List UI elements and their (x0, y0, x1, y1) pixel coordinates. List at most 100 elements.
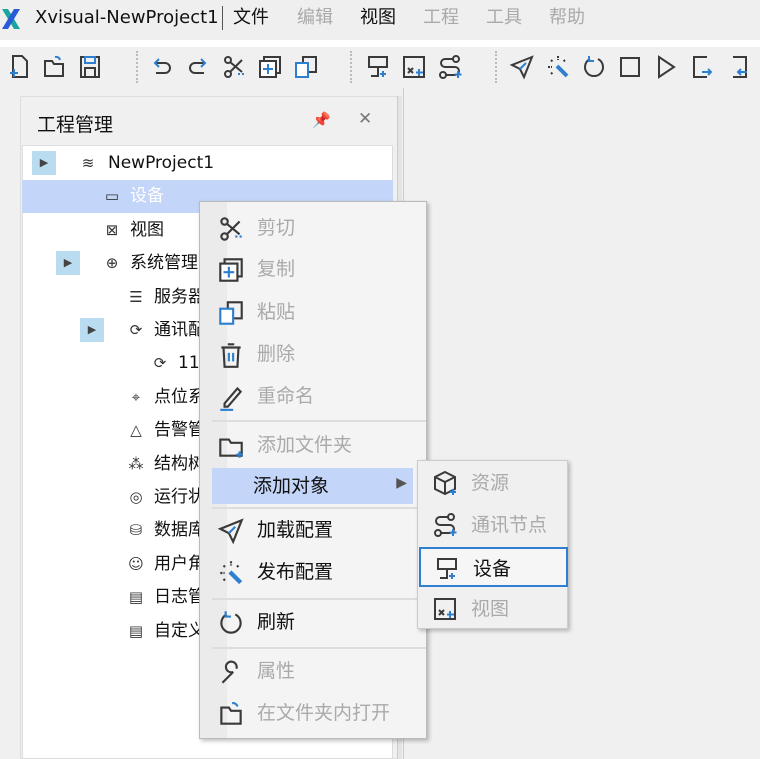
open-folder-icon (216, 699, 246, 729)
submenu-item-label: 通讯节点 (471, 514, 548, 536)
context-menu-item-label: 添加对象 (253, 475, 330, 497)
context-menu-item[interactable]: 剪切 (200, 210, 426, 246)
tree-item[interactable]: ▶ ≋ NewProject1 (22, 147, 393, 180)
pin-icon[interactable]: 📌 (312, 111, 331, 129)
cut-icon (216, 214, 246, 244)
toolbar (0, 47, 760, 88)
publish-config-icon[interactable] (544, 53, 572, 81)
context-menu-item[interactable]: 在文件夹内打开 (200, 695, 426, 731)
menu-separator (212, 420, 426, 422)
context-menu-item-label: 删除 (257, 343, 296, 365)
submenu-item-label: 设备 (473, 558, 512, 580)
toolbar-separator (495, 51, 497, 83)
add-view-icon[interactable] (400, 53, 428, 81)
tree-item-label: 通讯配 (154, 320, 205, 340)
comm-icon: ⟳ (129, 321, 143, 339)
resource-icon (431, 469, 459, 497)
context-menu-item[interactable]: 发布配置 (200, 554, 426, 590)
log-icon: ▤ (128, 588, 144, 607)
paste-icon (216, 298, 246, 328)
menu-view[interactable]: 视图 (360, 6, 396, 30)
send-icon (216, 516, 246, 546)
tree-item-label: 11 (178, 353, 200, 374)
structure-icon: ⁂ (128, 454, 144, 473)
submenu-item-label: 视图 (471, 598, 510, 620)
context-menu-item-label: 刷新 (257, 611, 296, 633)
tree-item-label: 用户角 (154, 553, 205, 574)
submenu-item[interactable]: 设备 (419, 547, 568, 587)
device-icon (433, 555, 461, 583)
context-menu-item[interactable]: 添加文件夹 (200, 427, 426, 463)
context-menu-item-label: 加载配置 (257, 519, 334, 541)
location-icon: ⌖ (131, 387, 141, 406)
context-menu-item[interactable]: 属性 (200, 653, 426, 689)
close-icon[interactable]: ✕ (358, 109, 372, 129)
save-icon[interactable] (76, 53, 104, 81)
context-menu-item[interactable]: 刷新 (200, 604, 426, 640)
tree-item-label: 视图 (130, 219, 164, 240)
menu-file[interactable]: 文件 (233, 6, 269, 30)
tree-item-label: 数据库 (154, 520, 205, 541)
tree-item-label: 告警管 (154, 420, 205, 441)
context-menu-item-label: 属性 (257, 660, 296, 682)
title-strip (0, 40, 760, 47)
context-menu-item[interactable]: 粘贴 (200, 294, 426, 330)
paste-icon[interactable] (292, 53, 320, 81)
tree-item-label: NewProject1 (108, 153, 215, 173)
context-menu-item[interactable]: 添加对象 ▶ (212, 468, 413, 504)
menu-project[interactable]: 工程 (423, 6, 459, 30)
comm-node-icon: ⟳ (153, 354, 167, 373)
undo-icon[interactable] (148, 53, 176, 81)
server-icon: ☰ (129, 287, 143, 306)
copy-icon (216, 255, 246, 285)
context-menu-item[interactable]: 重命名 (200, 378, 426, 414)
cut-icon[interactable] (220, 53, 248, 81)
tree-item-label: 服务器 (154, 286, 205, 307)
redo-icon[interactable] (184, 53, 212, 81)
add-comm-node-icon[interactable] (436, 53, 464, 81)
expand-icon[interactable]: ▶ (32, 151, 56, 175)
menu-help[interactable]: 帮助 (549, 6, 585, 30)
submenu-item[interactable]: 资源 (419, 463, 568, 503)
open-folder-icon[interactable] (40, 53, 68, 81)
layers-icon: ≋ (81, 154, 95, 172)
submenu-item[interactable]: 通讯节点 (419, 505, 568, 545)
custom-icon: ▤ (128, 621, 144, 640)
add-device-icon[interactable] (364, 53, 392, 81)
load-config-icon[interactable] (508, 53, 536, 81)
submenu-item[interactable]: 视图 (419, 589, 568, 629)
context-menu-item[interactable]: 删除 (200, 336, 426, 372)
refresh-icon[interactable] (580, 53, 608, 81)
import-icon[interactable] (724, 53, 752, 81)
context-menu-item[interactable]: 复制 (200, 251, 426, 287)
expand-icon[interactable]: ▶ (56, 251, 80, 276)
tree-item-label: 自定义 (154, 620, 205, 641)
context-menu-item-label: 粘贴 (257, 301, 296, 323)
menu-separator (212, 647, 426, 649)
context-menu: 剪切复制粘贴删除重命名添加文件夹添加对象 ▶ 加载配置发布配置刷新属性在文件夹内打开 (199, 201, 427, 739)
submenu-arrow-icon: ▶ (396, 475, 407, 491)
menu-separator (212, 507, 426, 509)
new-file-icon[interactable] (6, 53, 34, 81)
context-menu-item-label: 剪切 (257, 217, 296, 239)
run-icon[interactable] (652, 53, 680, 81)
menu-edit[interactable]: 编辑 (297, 6, 333, 30)
context-menu-item-label: 在文件夹内打开 (257, 702, 391, 724)
wrench-icon (216, 657, 246, 687)
copy-icon[interactable] (256, 53, 284, 81)
tree-item-label: 系统管理 (130, 253, 198, 274)
export-icon[interactable] (688, 53, 716, 81)
add-object-submenu: 资源通讯节点设备视图 (417, 460, 568, 629)
title-separator (222, 6, 223, 30)
context-menu-item-label: 重命名 (257, 385, 315, 407)
add-folder-icon (216, 431, 246, 461)
tree-item-label: 设备 (130, 186, 164, 207)
tree-item-label: 点位系 (154, 386, 205, 407)
context-menu-item[interactable]: 加载配置 (200, 512, 426, 548)
expand-icon[interactable]: ▶ (80, 318, 104, 342)
menu-tools[interactable]: 工具 (486, 6, 522, 30)
publish-icon (216, 558, 246, 588)
stop-icon[interactable] (616, 53, 644, 81)
view-icon: ⊠ (105, 220, 119, 239)
trash-icon (216, 340, 246, 370)
